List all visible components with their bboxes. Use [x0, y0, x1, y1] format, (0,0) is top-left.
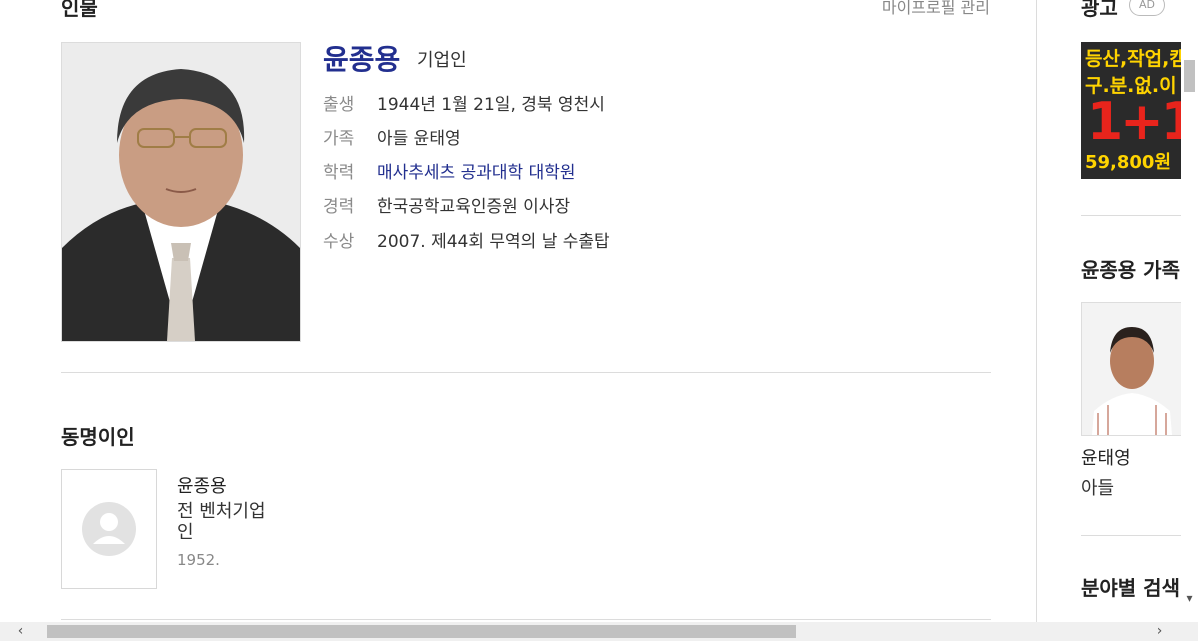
chevron-left-icon[interactable]: ‹ — [12, 622, 29, 641]
family-member-name[interactable]: 윤태영 — [1081, 444, 1131, 470]
scrollbar-corner — [1181, 622, 1198, 641]
same-name-person-desc: 전 벤처기업인 — [177, 501, 266, 543]
info-row-birth: 출생 1944년 1월 21일, 경북 영천시 — [323, 94, 605, 116]
info-key: 학력 — [323, 163, 355, 183]
user-placeholder-icon — [82, 502, 136, 556]
info-value: 2007. 제44회 무역의 날 수출탑 — [377, 232, 610, 252]
info-value: 1944년 1월 21일, 경북 영천시 — [377, 95, 605, 115]
horizontal-scroll-thumb[interactable] — [47, 625, 796, 638]
info-row-career: 경력 한국공학교육인증원 이사장 — [323, 196, 570, 218]
person-name[interactable]: 윤종용 — [323, 38, 400, 78]
same-name-person-name[interactable]: 윤종용 — [177, 472, 227, 498]
info-key: 경력 — [323, 197, 355, 217]
section-title-person: 인물 — [61, 0, 98, 20]
same-name-thumbnail[interactable] — [61, 469, 157, 589]
right-sidebar: 광고 AD 등산,작업,캠 구.분.없.이 1+1 59,800원 윤종용 가족… — [1037, 0, 1181, 622]
chevron-right-icon[interactable]: › — [1151, 622, 1168, 641]
field-search-title: 분야별 검색 — [1081, 576, 1180, 600]
ad-badge[interactable]: AD — [1129, 0, 1165, 16]
section-title-same-name: 동명이인 — [61, 425, 135, 449]
ad-banner-offer: 1+1 — [1087, 92, 1181, 152]
vertical-scrollbar[interactable]: ▾ — [1181, 0, 1198, 622]
info-value-link[interactable]: 매사추세츠 공과대학 대학원 — [377, 163, 576, 183]
family-section-title: 윤종용 가족 — [1081, 258, 1180, 282]
info-value: 아들 윤태영 — [377, 129, 461, 149]
family-member-relation: 아들 — [1081, 478, 1115, 499]
family-member-image — [1082, 303, 1181, 435]
info-key: 수상 — [323, 232, 355, 252]
person-occupation: 기업인 — [417, 50, 467, 71]
ad-banner-price: 59,800원 — [1085, 152, 1172, 173]
vertical-scroll-thumb[interactable] — [1184, 60, 1195, 92]
ad-banner[interactable]: 등산,작업,캠 구.분.없.이 1+1 59,800원 — [1081, 42, 1181, 179]
ad-banner-line1: 등산,작업,캠 — [1085, 48, 1181, 70]
info-key: 가족 — [323, 129, 355, 149]
section-divider — [61, 619, 991, 620]
sidebar-divider — [1081, 215, 1181, 216]
info-row-award: 수상 2007. 제44회 무역의 날 수출탑 — [323, 231, 610, 253]
same-name-person-year: 1952. — [177, 551, 220, 569]
ad-section-title: 광고 — [1081, 0, 1118, 20]
info-key: 출생 — [323, 95, 355, 115]
info-row-family: 가족 아들 윤태영 — [323, 128, 461, 150]
family-member-photo[interactable] — [1081, 302, 1181, 436]
sidebar-divider — [1081, 535, 1181, 536]
chevron-down-icon[interactable]: ▾ — [1181, 590, 1198, 607]
section-divider — [61, 372, 991, 373]
main-content: 인물 마이프로필 관리 윤종용 기업인 출생 1944년 1월 21일, 경북 영… — [0, 0, 1036, 620]
person-portrait-image — [62, 43, 300, 341]
manage-profile-link[interactable]: 마이프로필 관리 — [882, 0, 990, 18]
person-portrait[interactable] — [61, 42, 301, 342]
horizontal-scrollbar[interactable]: ‹ › — [0, 622, 1181, 641]
info-value: 한국공학교육인증원 이사장 — [377, 197, 571, 217]
info-row-education: 학력 매사추세츠 공과대학 대학원 — [323, 162, 576, 184]
